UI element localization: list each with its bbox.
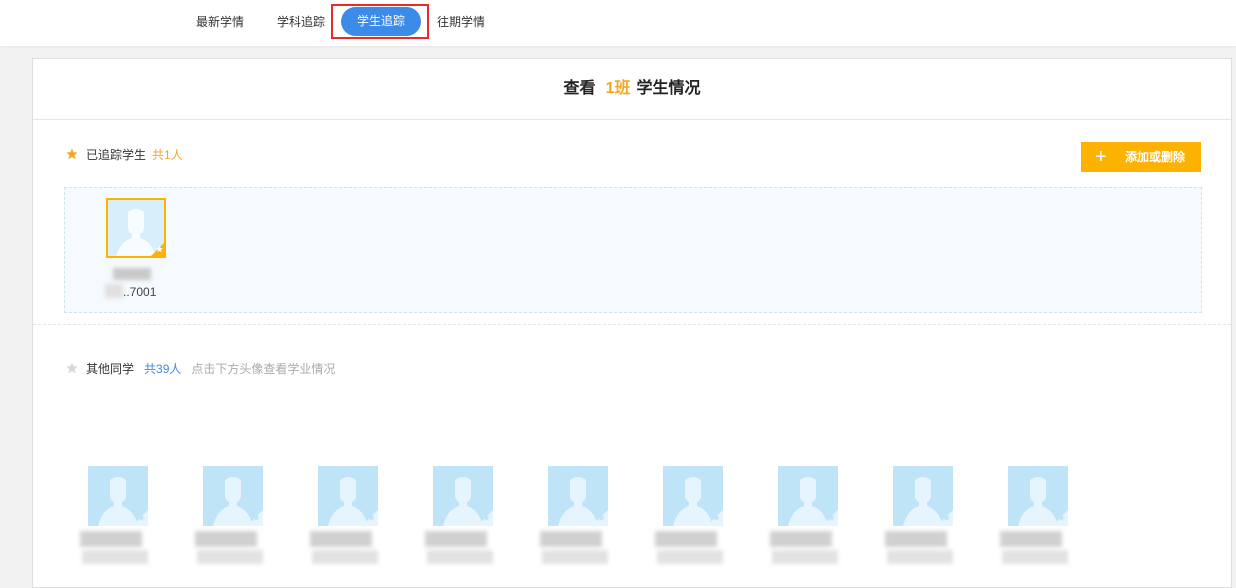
star-outline-icon [66, 362, 78, 374]
student-avatar[interactable] [203, 466, 263, 526]
student-avatar[interactable] [88, 466, 148, 526]
blurred-id [1002, 550, 1068, 564]
main-panel: 查看 1班 学生情况 已追踪学生 共1人 + 添加或删除 ..7001 其他同学 共39… [32, 58, 1232, 588]
student-id: ..7001 [123, 285, 157, 299]
title-suffix: 学生情况 [636, 80, 701, 97]
blurred-name [885, 531, 947, 547]
avatar-icon [106, 198, 166, 258]
blurred-id [657, 550, 723, 564]
avatar-icon [1008, 466, 1068, 526]
blurred-name [540, 531, 602, 547]
avatar-icon [663, 466, 723, 526]
blurred-id [772, 550, 838, 564]
blurred-id [82, 550, 148, 564]
tracked-label: 已追踪学生 [86, 148, 147, 162]
avatar-icon [893, 466, 953, 526]
blurred-name [113, 268, 151, 280]
blurred-id-prefix [105, 284, 123, 298]
avatar-icon [433, 466, 493, 526]
plus-icon: + [1095, 146, 1107, 168]
blurred-id [542, 550, 608, 564]
blurred-name [425, 531, 487, 547]
tracked-student-avatar[interactable] [106, 198, 166, 258]
tab-past[interactable]: 往期学情 [437, 12, 485, 32]
tracked-count: 共1人 [152, 148, 183, 162]
avatar-icon [88, 466, 148, 526]
tracked-header: 已追踪学生 共1人 [66, 147, 183, 163]
others-header: 其他同学 共39人 点击下方头像查看学业情况 [66, 361, 335, 377]
avatar-icon [203, 466, 263, 526]
star-icon [66, 148, 78, 160]
student-avatar[interactable] [433, 466, 493, 526]
tab-subject-tracking[interactable]: 学科追踪 [277, 12, 325, 32]
blurred-name [195, 531, 257, 547]
blurred-id [427, 550, 493, 564]
blurred-name [770, 531, 832, 547]
blurred-name [655, 531, 717, 547]
avatar-icon [548, 466, 608, 526]
blurred-id [312, 550, 378, 564]
student-avatar[interactable] [318, 466, 378, 526]
blurred-name [1000, 531, 1062, 547]
others-label: 其他同学 [86, 362, 135, 376]
section-divider [33, 324, 1231, 325]
class-name: 1班 [605, 80, 631, 97]
add-or-remove-button[interactable]: + 添加或删除 [1081, 142, 1201, 172]
student-avatar[interactable] [1008, 466, 1068, 526]
blurred-name [310, 531, 372, 547]
tab-latest[interactable]: 最新学情 [196, 12, 244, 32]
blurred-id [887, 550, 953, 564]
tracked-students-area: ..7001 [64, 187, 1202, 313]
title-prefix: 查看 [563, 80, 596, 97]
top-nav-bar: 最新学情 学科追踪 学生追踪 往期学情 [0, 0, 1236, 46]
student-avatar[interactable] [663, 466, 723, 526]
student-avatar[interactable] [778, 466, 838, 526]
avatar-icon [318, 466, 378, 526]
page-title: 查看 1班 学生情况 [33, 59, 1231, 120]
tab-student-tracking[interactable]: 学生追踪 [341, 7, 421, 36]
student-avatar[interactable] [548, 466, 608, 526]
blurred-id [197, 550, 263, 564]
avatar-icon [778, 466, 838, 526]
add-or-remove-label: 添加或删除 [1125, 150, 1186, 164]
student-avatar[interactable] [893, 466, 953, 526]
blurred-name [80, 531, 142, 547]
others-hint: 点击下方头像查看学业情况 [191, 362, 336, 376]
others-count: 共39人 [144, 362, 182, 376]
